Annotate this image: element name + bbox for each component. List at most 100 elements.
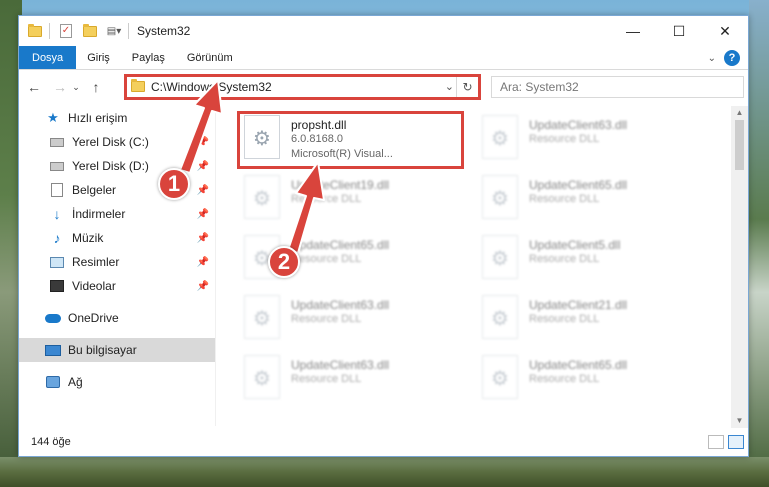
- dll-file-icon: [244, 115, 280, 159]
- sidebar-item-videos[interactable]: Videolar 📌: [19, 274, 215, 298]
- file-type: Resource DLL: [529, 313, 600, 325]
- tiles-view-icon[interactable]: [728, 435, 744, 449]
- file-type: Resource DLL: [291, 253, 362, 265]
- up-button[interactable]: ↑: [85, 79, 107, 95]
- sidebar-item-label: OneDrive: [68, 311, 119, 325]
- explorer-window: ✓ ▤▾ System32 — ☐ ✕ Dosya Giriş Paylaş G…: [18, 15, 749, 457]
- sidebar-item-label: Videolar: [72, 279, 116, 293]
- file-item[interactable]: UpdateClient65.dllResource DLL: [460, 172, 688, 230]
- dll-file-icon: [244, 355, 280, 399]
- help-icon[interactable]: ?: [724, 50, 740, 66]
- tab-home[interactable]: Giriş: [76, 46, 121, 69]
- details-view-icon[interactable]: [708, 435, 724, 449]
- desktop-background-bottom: [0, 457, 769, 487]
- divider: [49, 23, 50, 39]
- desktop-background-right: [749, 0, 769, 487]
- sidebar-item-music[interactable]: ♪ Müzik 📌: [19, 226, 215, 250]
- search-input[interactable]: Ara: System32: [491, 76, 744, 98]
- customize-toolbar-icon[interactable]: ▤▾: [106, 24, 122, 38]
- sidebar-item-downloads[interactable]: ↓ İndirmeler 📌: [19, 202, 215, 226]
- file-item[interactable]: UpdateClient63.dllResource DLL: [222, 292, 450, 350]
- drive-icon: [49, 135, 65, 149]
- pin-icon: 📌: [196, 280, 209, 292]
- file-item[interactable]: UpdateClient21.dllResource DLL: [460, 292, 688, 350]
- scroll-thumb[interactable]: [735, 120, 744, 170]
- star-icon: ★: [47, 110, 59, 125]
- dll-file-icon: [482, 235, 518, 279]
- forward-button[interactable]: →: [49, 79, 71, 95]
- file-item[interactable]: UpdateClient5.dllResource DLL: [460, 232, 688, 290]
- sidebar-item-label: Resimler: [72, 255, 120, 269]
- pin-icon: 📌: [196, 160, 209, 172]
- sidebar-item-label: Ağ: [68, 375, 83, 389]
- recent-locations-icon[interactable]: ⌄: [71, 82, 81, 93]
- sidebar-item-local-disk-c[interactable]: Yerel Disk (C:) 📌: [19, 130, 215, 154]
- file-item-selected[interactable]: propsht.dll 6.0.8168.0 Microsoft(R) Visu…: [222, 112, 450, 170]
- file-name: UpdateClient65.dll: [291, 238, 390, 252]
- file-version: 6.0.8168.0: [291, 133, 343, 145]
- music-icon: ♪: [53, 230, 61, 246]
- minimize-button[interactable]: —: [610, 16, 656, 46]
- file-item[interactable]: UpdateClient63.dllResource DLL: [222, 352, 450, 410]
- address-path[interactable]: C:\Windows\System32: [151, 80, 272, 94]
- sidebar-item-label: Hızlı erişim: [68, 111, 128, 125]
- pin-icon: 📌: [196, 232, 209, 244]
- title-bar: ✓ ▤▾ System32 — ☐ ✕: [19, 16, 748, 46]
- ribbon-tabs: Dosya Giriş Paylaş Görünüm ⌄ ?: [19, 46, 748, 70]
- tab-share[interactable]: Paylaş: [121, 46, 176, 69]
- item-count: 144 öğe: [31, 436, 71, 448]
- sidebar-item-label: Yerel Disk (D:): [72, 159, 149, 173]
- file-name: UpdateClient65.dll: [529, 358, 628, 372]
- file-name: UpdateClient19.dll: [291, 178, 390, 192]
- sidebar-item-onedrive[interactable]: OneDrive: [19, 306, 215, 330]
- cloud-icon: [45, 311, 61, 325]
- sidebar-item-label: Bu bilgisayar: [68, 343, 137, 357]
- file-type: Resource DLL: [529, 373, 600, 385]
- scroll-down-icon[interactable]: ▼: [731, 414, 748, 428]
- file-type: Resource DLL: [291, 313, 362, 325]
- file-name: UpdateClient63.dll: [529, 118, 628, 132]
- properties-icon[interactable]: ✓: [58, 24, 74, 38]
- computer-icon: [45, 343, 61, 357]
- dll-file-icon: [482, 295, 518, 339]
- refresh-button[interactable]: ↻: [456, 77, 478, 97]
- pictures-icon: [49, 255, 65, 269]
- sidebar-item-this-pc[interactable]: Bu bilgisayar: [19, 338, 215, 362]
- step-callout-1: 1: [158, 168, 190, 200]
- file-name: UpdateClient65.dll: [529, 178, 628, 192]
- network-icon: [45, 375, 61, 389]
- back-button[interactable]: ←: [23, 79, 45, 95]
- sidebar-item-label: İndirmeler: [72, 207, 126, 221]
- file-type: Resource DLL: [529, 133, 600, 145]
- expand-ribbon-icon[interactable]: ⌄: [708, 53, 716, 64]
- file-item[interactable]: UpdateClient63.dllResource DLL: [460, 112, 688, 170]
- divider: [128, 23, 129, 39]
- download-icon: ↓: [53, 206, 61, 222]
- address-bar[interactable]: C:\Windows\System32 ⌄ ↻: [125, 76, 479, 98]
- dll-file-icon: [244, 295, 280, 339]
- maximize-button[interactable]: ☐: [656, 16, 702, 46]
- file-item[interactable]: UpdateClient19.dllResource DLL: [222, 172, 450, 230]
- sidebar-item-pictures[interactable]: Resimler 📌: [19, 250, 215, 274]
- chevron-down-icon[interactable]: ⌄: [445, 80, 454, 93]
- tab-file[interactable]: Dosya: [19, 46, 77, 69]
- vertical-scrollbar[interactable]: ▲ ▼: [731, 106, 748, 428]
- file-name: UpdateClient63.dll: [291, 298, 390, 312]
- sidebar-item-label: Müzik: [72, 231, 104, 245]
- pin-icon: 📌: [196, 136, 209, 148]
- scroll-up-icon[interactable]: ▲: [731, 106, 748, 120]
- file-item[interactable]: UpdateClient65.dllResource DLL: [222, 232, 450, 290]
- file-description: Microsoft(R) Visual...: [291, 148, 393, 160]
- sidebar-item-quick-access[interactable]: ★ Hızlı erişim: [19, 106, 215, 130]
- navigation-pane: ★ Hızlı erişim Yerel Disk (C:) 📌 Yerel D…: [19, 106, 215, 426]
- pin-icon: 📌: [196, 184, 209, 196]
- videos-icon: [49, 279, 65, 293]
- file-name: UpdateClient21.dll: [529, 298, 628, 312]
- pin-icon: 📌: [196, 256, 209, 268]
- tab-view[interactable]: Görünüm: [176, 46, 244, 69]
- documents-icon: [49, 183, 65, 197]
- sidebar-item-network[interactable]: Ağ: [19, 370, 215, 394]
- new-folder-icon[interactable]: [82, 23, 98, 38]
- close-button[interactable]: ✕: [702, 16, 748, 46]
- file-item[interactable]: UpdateClient65.dllResource DLL: [460, 352, 688, 410]
